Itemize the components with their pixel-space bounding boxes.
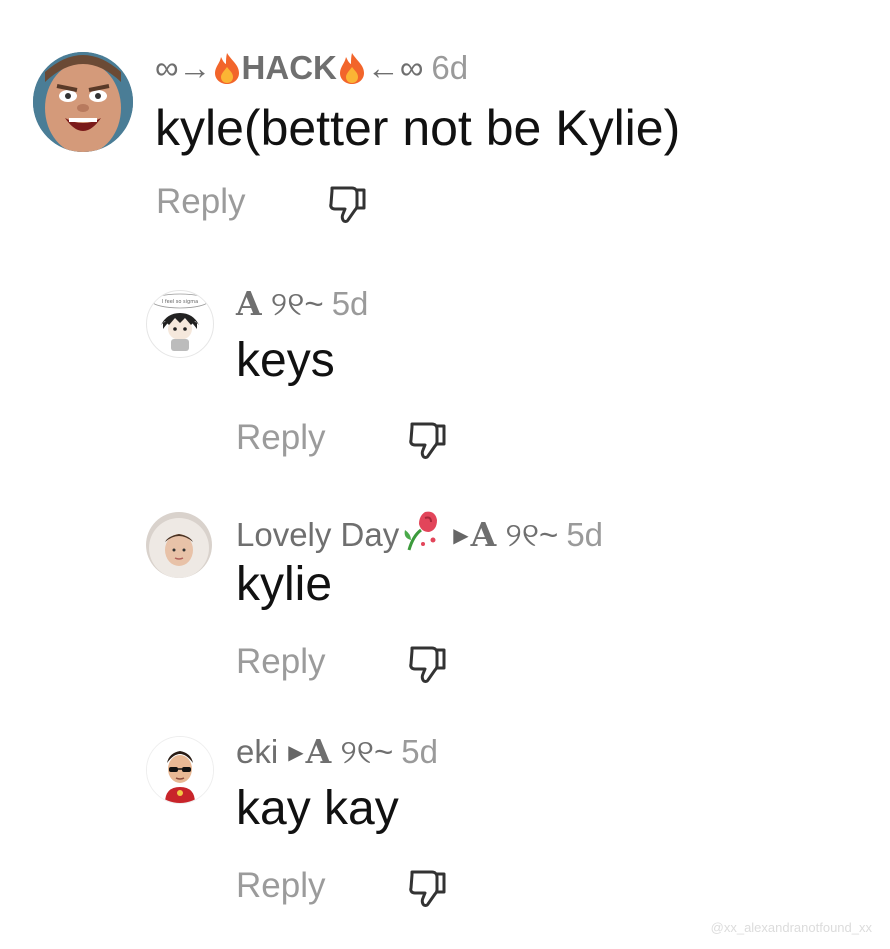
avatar[interactable] (33, 52, 133, 152)
username-letter: A (305, 732, 332, 771)
username-symbols: ୨୧~ (261, 285, 324, 322)
avatar-photo-image (146, 512, 212, 578)
comment-time: 5d (401, 733, 438, 770)
reply-to-username[interactable]: A ୨୧~ (305, 732, 394, 771)
avatar[interactable] (146, 736, 214, 804)
username-suffix: ←∞ (366, 49, 424, 86)
svg-text:I feel so sigma: I feel so sigma (162, 299, 198, 305)
avatar[interactable]: I feel so sigma (146, 290, 214, 358)
avatar-cartoon-image: I feel so sigma (151, 293, 209, 351)
username-symbols: ୨୧~ (496, 516, 559, 553)
reply-to-username[interactable]: A ୨୧~ (470, 515, 559, 554)
comment-item: ∞→ HACK ←∞ 6d kyle(better not be Kylie) Rep… (0, 0, 890, 240)
comment-meta: eki ▶A ୨୧~ 5d (236, 732, 438, 773)
comment-text: kylie (236, 558, 333, 611)
dislike-icon[interactable] (406, 418, 450, 462)
username[interactable]: A ୨୧~ (236, 284, 324, 323)
avatar[interactable] (146, 512, 212, 578)
reply-comment-item: eki ▶A ୨୧~ 5d kay kay Reply (0, 718, 890, 918)
reply-comment-item: Lovely Day ▶A ୨୧~ 5d kylie Reply (0, 494, 890, 694)
dislike-icon[interactable] (326, 182, 370, 226)
wilted-rose-icon (399, 508, 443, 561)
username-core: HACK (241, 49, 337, 86)
comment-time: 5d (331, 285, 369, 322)
username-prefix: ∞→ (155, 49, 212, 86)
watermark: @xx_alexandranotfound_xx (710, 920, 872, 935)
comment-text: kay kay (236, 782, 399, 835)
reply-button[interactable]: Reply (156, 182, 245, 222)
comment-meta: A ୨୧~ 5d (236, 284, 368, 324)
username-letter: A (236, 284, 262, 323)
reply-to-arrow-icon: ▶ (288, 742, 304, 764)
username-letter: A (470, 515, 497, 554)
dislike-icon[interactable] (406, 642, 450, 686)
comment-time: 5d (566, 516, 604, 553)
dislike-icon[interactable] (406, 866, 450, 910)
comment-meta: ∞→ HACK ←∞ 6d (155, 48, 468, 94)
username-symbols: ୨୧~ (331, 733, 394, 770)
fire-icon (212, 51, 242, 94)
reply-button[interactable]: Reply (236, 866, 325, 906)
username[interactable]: ∞→ HACK ←∞ (155, 49, 423, 86)
comment-meta: Lovely Day ▶A ୨୧~ 5d (236, 508, 603, 561)
reply-to-arrow-icon: ▶ (453, 525, 469, 547)
reply-comment-item: I feel so sigma A ୨୧~ 5d keys Reply (0, 270, 890, 470)
avatar-face-image (33, 52, 133, 152)
comment-time: 6d (431, 49, 469, 86)
username[interactable]: eki (236, 733, 278, 770)
username[interactable]: Lovely Day (236, 511, 443, 553)
comment-text: keys (236, 334, 335, 387)
username-text: Lovely Day (236, 516, 400, 553)
avatar-cartoon-image (147, 737, 213, 803)
reply-button[interactable]: Reply (236, 642, 325, 682)
reply-button[interactable]: Reply (236, 418, 325, 458)
comment-text: kyle(better not be Kylie) (155, 100, 681, 156)
fire-icon (337, 51, 367, 94)
